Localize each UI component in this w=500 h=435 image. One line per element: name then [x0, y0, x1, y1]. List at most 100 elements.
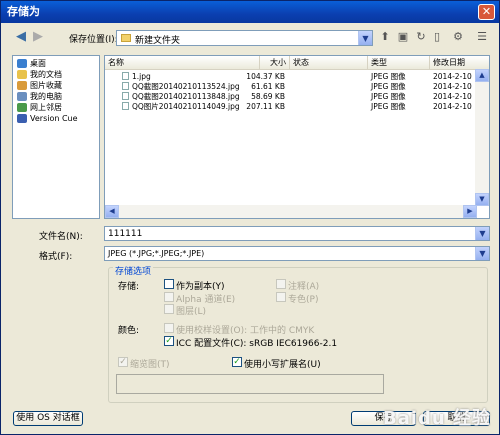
file-row[interactable]: QQ图片20140210114049.jpg 207.11 KB JPEG 图像 20… [105, 102, 489, 112]
description-box [116, 374, 384, 394]
color-label: 颜色: [118, 326, 140, 336]
location-label: 保存位置(I): [69, 35, 118, 45]
os-dialog-button[interactable]: 使用 OS 对话框 [13, 411, 83, 426]
thumbnail-checkbox[interactable]: ✓ [118, 357, 128, 367]
new-folder-icon[interactable]: ▣ [395, 29, 411, 45]
file-size: 58.69 KB [251, 92, 285, 101]
file-row[interactable]: 1.jpg 104.37 KB JPEG 图像 2014-2-10 1 [105, 72, 489, 82]
file-row[interactable]: QQ截图20140210113848.jpg 58.69 KB JPEG 图像 201… [105, 92, 489, 102]
place-item[interactable]: 图片收藏 [13, 80, 99, 91]
location-select[interactable]: 新建文件夹 ▼ [116, 30, 373, 46]
proof-setup-checkbox[interactable] [164, 323, 174, 333]
filename-label: 文件名(N): [39, 232, 83, 242]
place-item[interactable]: 我的文档 [13, 69, 99, 80]
location-value: 新建文件夹 [135, 36, 181, 46]
file-modified: 2014-2-10 1 [433, 72, 479, 81]
file-type: JPEG 图像 [371, 82, 406, 91]
place-label: 我的电脑 [30, 92, 62, 101]
image-file-icon [122, 72, 129, 80]
column-size[interactable]: 大小 [260, 56, 290, 69]
spot-color-label: 专色(P) [288, 295, 319, 305]
place-item[interactable]: Version Cue [13, 113, 99, 124]
file-type: JPEG 图像 [371, 102, 406, 111]
computer-icon [17, 92, 27, 101]
back-arrow-icon[interactable]: ◀ [13, 29, 29, 45]
desktop-icon [17, 59, 27, 68]
layers-label: 图层(L) [176, 307, 207, 317]
scroll-right-icon[interactable]: ▶ [463, 205, 477, 218]
file-list[interactable]: 名称 大小 状态 类型 修改日期 1.jpg 104.37 KB JPEG 图像 20… [104, 55, 490, 219]
spot-color-checkbox[interactable] [276, 292, 286, 302]
format-select[interactable]: JPEG (*.JPG;*.JPEG;*.JPE) ▼ [104, 246, 490, 261]
place-label: 图片收藏 [30, 81, 62, 90]
column-modified[interactable]: 修改日期 [430, 56, 489, 69]
watermark-logo: Baidu 经验 [382, 408, 491, 429]
place-label: 网上邻居 [30, 103, 62, 112]
version-cue-icon [17, 114, 27, 123]
file-modified: 2014-2-10 1 [433, 102, 479, 111]
folder-icon [121, 34, 131, 42]
scroll-up-icon[interactable]: ▲ [475, 69, 489, 82]
file-size: 61.61 KB [251, 82, 285, 91]
icc-profile-checkbox[interactable]: ✓ [164, 336, 174, 346]
refresh-icon[interactable]: ↻ [413, 29, 429, 45]
proof-setup-label: 使用校样设置(O): 工作中的 CMYK [176, 326, 315, 336]
file-type: JPEG 图像 [371, 72, 406, 81]
scroll-left-icon[interactable]: ◀ [105, 205, 119, 218]
file-row[interactable]: QQ截图20140210113524.jpg 61.61 KB JPEG 图像 201… [105, 82, 489, 92]
place-item[interactable]: 我的电脑 [13, 91, 99, 102]
delete-icon[interactable]: ▯ [429, 29, 445, 45]
filename-value: 111111 [108, 229, 143, 239]
image-file-icon [122, 92, 129, 100]
image-file-icon [122, 82, 129, 90]
place-label: Version Cue [30, 114, 78, 123]
file-name: QQ截图20140210113524.jpg [132, 82, 240, 91]
thumbnail-label: 缩览图(T) [130, 360, 170, 370]
format-dropdown-icon[interactable]: ▼ [475, 247, 489, 260]
filename-dropdown-icon[interactable]: ▼ [475, 227, 489, 240]
place-item[interactable]: 桌面 [13, 58, 99, 69]
places-bar: 桌面我的文档图片收藏我的电脑网上邻居 Version Cue [12, 55, 100, 219]
icc-profile-label: ICC 配置文件(C): sRGB IEC61966-2.1 [176, 339, 338, 349]
up-folder-icon[interactable]: ⬆ [377, 29, 393, 45]
format-value: JPEG (*.JPG;*.JPEG;*.JPE) [108, 249, 205, 258]
chevron-down-icon[interactable]: ▼ [358, 31, 372, 45]
lowercase-ext-checkbox[interactable]: ✓ [232, 357, 242, 367]
horizontal-scrollbar[interactable]: ◀ ▶ [105, 205, 477, 218]
tools-icon[interactable]: ⚙ [447, 29, 469, 45]
title-bar: 存储为 ✕ [1, 1, 499, 23]
column-status[interactable]: 状态 [290, 56, 368, 69]
annotations-label: 注释(A) [288, 282, 320, 292]
file-modified: 2014-2-10 1 [433, 82, 479, 91]
format-label: 格式(F): [39, 252, 73, 262]
place-label: 我的文档 [30, 70, 62, 79]
file-size: 104.37 KB [246, 72, 285, 81]
documents-icon [17, 70, 27, 79]
layers-checkbox[interactable] [164, 304, 174, 314]
alpha-checkbox[interactable] [164, 292, 174, 302]
filename-input[interactable]: 111111 ▼ [104, 226, 490, 241]
image-file-icon [122, 102, 129, 110]
as-copy-label: 作为副本(Y) [176, 282, 225, 292]
lowercase-ext-label: 使用小写扩展名(U) [244, 360, 321, 370]
save-label: 存储: [118, 282, 140, 292]
place-item[interactable]: 网上邻居 [13, 102, 99, 113]
vertical-scrollbar[interactable]: ▲ ▼ [475, 69, 489, 206]
close-icon[interactable]: ✕ [478, 4, 495, 20]
file-type: JPEG 图像 [371, 92, 406, 101]
annotations-checkbox[interactable] [276, 279, 286, 289]
column-name[interactable]: 名称 [105, 56, 260, 69]
file-size: 207.11 KB [246, 102, 285, 111]
file-list-header: 名称 大小 状态 类型 修改日期 [105, 56, 489, 70]
view-menu-icon[interactable]: ☰ [471, 29, 493, 45]
scroll-down-icon[interactable]: ▼ [475, 193, 489, 206]
as-copy-checkbox[interactable] [164, 279, 174, 289]
window-title: 存储为 [7, 5, 40, 18]
forward-arrow-icon[interactable]: ▶ [30, 29, 46, 45]
pictures-icon [17, 81, 27, 90]
file-name: 1.jpg [132, 72, 151, 81]
place-label: 桌面 [30, 59, 46, 68]
file-modified: 2014-2-10 1 [433, 92, 479, 101]
network-icon [17, 103, 27, 112]
column-type[interactable]: 类型 [368, 56, 430, 69]
